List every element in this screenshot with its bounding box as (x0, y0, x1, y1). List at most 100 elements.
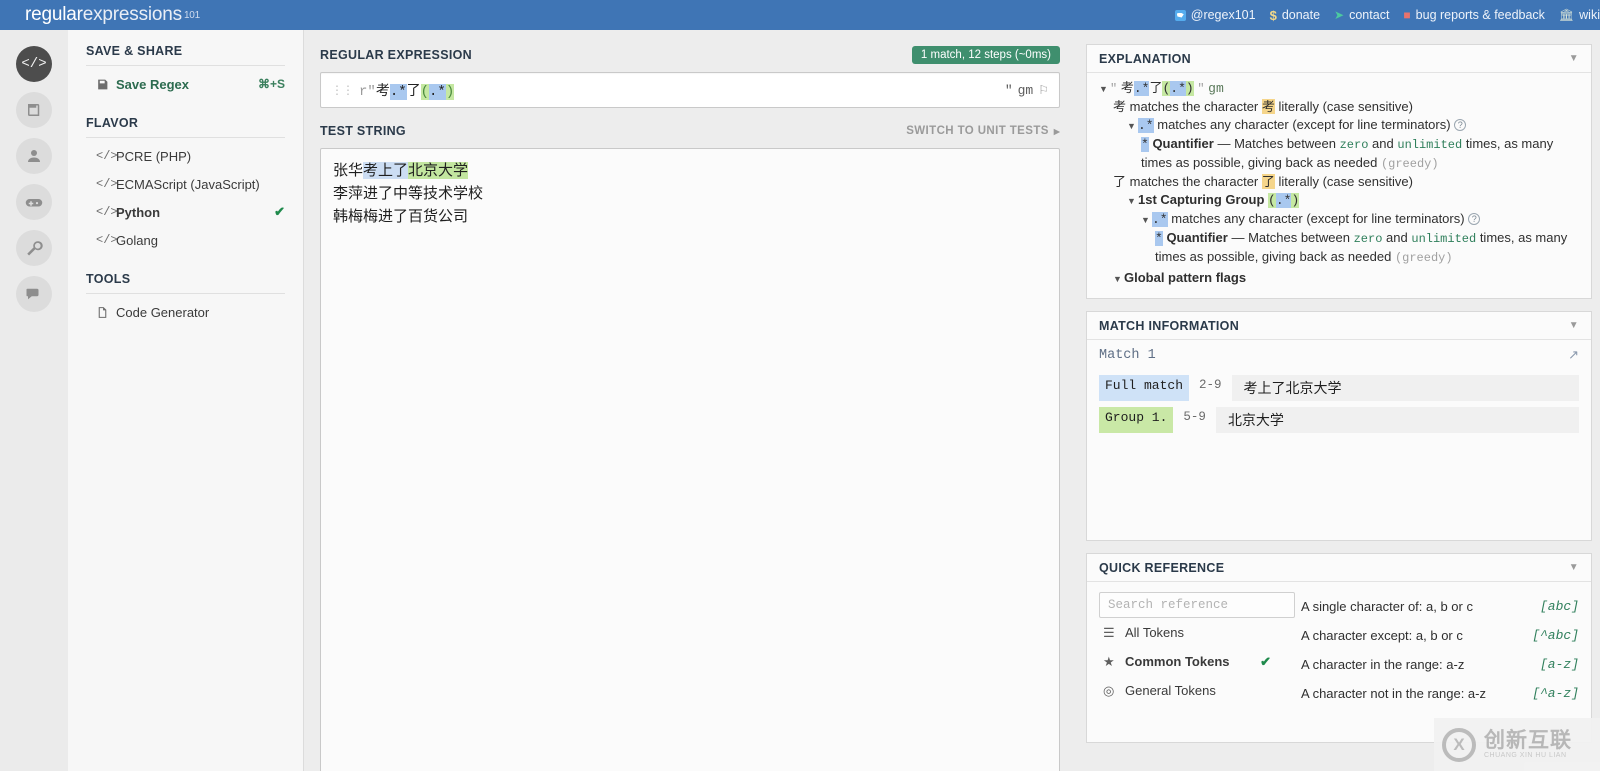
pattern-literal-2: 了 (1149, 80, 1163, 95)
quick-reference-category-general-tokens[interactable]: ◎ General Tokens (1099, 676, 1285, 705)
match-information-title: MATCH INFORMATION (1099, 318, 1240, 333)
pattern-dotstar-2: .* (1170, 81, 1186, 96)
tools-item-code-generator[interactable]: Code Generator (86, 298, 285, 326)
qr-token-3: [^a-z] (1532, 686, 1579, 701)
triangle-down-icon[interactable]: ▼ (1113, 270, 1124, 288)
brand-part-2: expressions (82, 4, 182, 25)
search-reference-input[interactable]: Search reference (1099, 592, 1295, 618)
explanation-row-capturing-group[interactable]: ▼ 1st Capturing Group (.*) (1099, 191, 1579, 210)
chevron-down-icon[interactable]: ▼ (1569, 53, 1579, 64)
quick-reference-row[interactable]: A character in the range: a-z [a-z] (1295, 650, 1585, 679)
greedy-note-2: (greedy) (1394, 251, 1453, 265)
star-icon: ★ (1103, 653, 1115, 669)
nav-wiki[interactable]: 🏛 wiki (1559, 8, 1600, 22)
le-desc: matches the character (1129, 174, 1259, 189)
match-1-title: Match 1 ↗ (1099, 348, 1579, 369)
qr-token-1: [^abc] (1532, 628, 1579, 643)
match-information-header[interactable]: MATCH INFORMATION ▼ (1087, 312, 1591, 340)
book-icon (28, 104, 40, 116)
rail-item-regex-editor[interactable]: </> (16, 46, 52, 82)
le-tail: literally (case sensitive) (1278, 174, 1413, 189)
explanation-pattern-row[interactable]: ▼ " 考.*了(.*) " gm (1099, 79, 1579, 98)
test-string-input[interactable]: 张华考上了北京大学 李萍进了中等技术学校 韩梅梅进了百货公司 (320, 148, 1060, 771)
explanation-row-quantifier-1: * Quantifier — Matches between zero and … (1099, 135, 1579, 173)
rail-item-settings[interactable] (16, 230, 52, 266)
triangle-down-icon[interactable]: ▼ (1127, 192, 1138, 210)
tools-item-code-generator-label: Code Generator (116, 304, 210, 320)
triangle-down-icon[interactable]: ▼ (1141, 211, 1152, 229)
regex-header-row: REGULAR EXPRESSION 1 match, 12 steps (~0… (320, 44, 1060, 66)
nav-bug-reports[interactable]: ■ bug reports & feedback (1403, 8, 1545, 22)
qr-desc-0: A single character of: a, b or c (1301, 599, 1473, 614)
group-1-range: 5-9 (1183, 410, 1206, 424)
help-icon[interactable]: ? (1468, 213, 1481, 225)
quick-reference-row[interactable]: A character not in the range: a-z [^a-z] (1295, 679, 1585, 708)
flavor-title: FLAVOR (86, 116, 285, 138)
flavor-item-ecmascript[interactable]: </> ECMAScript (JavaScript) (86, 170, 285, 198)
flavor-item-pcre[interactable]: </> PCRE (PHP) (86, 142, 285, 170)
kao-char: 考 (1261, 99, 1275, 114)
regex-flags[interactable]: " gm ⚐ (1005, 83, 1049, 98)
pattern-quote-open: " (1110, 82, 1118, 96)
regex-label: REGULAR EXPRESSION (320, 48, 472, 62)
drag-handle-icon[interactable]: ⋮⋮ (331, 84, 354, 96)
capturing-group-label: 1st Capturing Group (1138, 192, 1265, 207)
match-row-full: Full match 2-9 考上了北京大学 (1099, 375, 1579, 401)
unlimited-keyword: unlimited (1397, 138, 1463, 152)
center-panel: REGULAR EXPRESSION 1 match, 12 steps (~0… (304, 30, 1076, 771)
quick-reference-row[interactable]: A character except: a, b or c [^abc] (1295, 621, 1585, 650)
flag-icon[interactable]: ⚐ (1038, 83, 1049, 98)
category-common-tokens-label: Common Tokens (1125, 654, 1230, 669)
watermark-en: CHUANG XIN HU LIAN (1484, 752, 1567, 760)
brand-part-1: regular (25, 4, 83, 25)
flavor-item-python[interactable]: </> Python ✔ (86, 198, 285, 226)
nav-twitter[interactable]: @regex101 (1174, 8, 1256, 22)
qr-desc-2: A character in the range: a-z (1301, 657, 1465, 672)
explanation-row-le: 了 matches the character 了 literally (cas… (1099, 173, 1579, 191)
regex-group-open: ( (420, 84, 430, 100)
nav-donate[interactable]: $ donate (1270, 8, 1320, 22)
chat-icon (26, 288, 39, 300)
bug-icon: ■ (1403, 8, 1411, 22)
rail-item-sponsor[interactable] (16, 184, 52, 220)
save-regex-button[interactable]: Save Regex ⌘+S (86, 70, 285, 98)
category-all-tokens-label: All Tokens (1125, 625, 1185, 640)
explanation-body: ▼ " 考.*了(.*) " gm 考 matches the character… (1087, 73, 1591, 298)
quantifier-dash: — Matches between (1217, 136, 1336, 151)
quantifier-dash-2: — Matches between (1231, 230, 1350, 245)
external-link-icon[interactable]: ↗ (1568, 348, 1579, 363)
explanation-header[interactable]: EXPLANATION ▼ (1087, 45, 1591, 73)
search-reference-placeholder: Search reference (1108, 598, 1229, 612)
quick-reference-category-common-tokens[interactable]: ★ Common Tokens ✔ (1099, 647, 1285, 676)
test-string-label: TEST STRING (320, 124, 406, 138)
quick-reference-title: QUICK REFERENCE (1099, 560, 1225, 575)
global-flags-label: Global pattern flags (1124, 270, 1247, 285)
rail-item-account[interactable] (16, 138, 52, 174)
gamepad-icon (25, 199, 43, 207)
help-icon[interactable]: ? (1454, 119, 1467, 131)
explanation-row-dotstar-1[interactable]: ▼ .* matches any character (except for li… (1099, 116, 1579, 135)
switch-to-unit-tests-link[interactable]: SWITCH TO UNIT TESTS ▸ (906, 124, 1060, 138)
site-logo[interactable]: regularexpressions 101 (25, 4, 200, 26)
group-1-tag: Group 1. (1099, 407, 1174, 433)
explanation-row-dotstar-2[interactable]: ▼ .* matches any character (except for li… (1099, 210, 1579, 229)
chevron-down-icon[interactable]: ▼ (1569, 320, 1579, 331)
triangle-down-icon[interactable]: ▼ (1127, 117, 1138, 135)
regex-input[interactable]: ⋮⋮ r"考.*了(.*) " gm ⚐ (320, 72, 1060, 108)
rail-item-community[interactable] (16, 276, 52, 312)
nav-contact[interactable]: ➤ contact (1334, 8, 1389, 22)
chevron-down-icon[interactable]: ▼ (1569, 562, 1579, 573)
quick-reference-row[interactable]: A single character of: a, b or c [abc] (1295, 592, 1585, 621)
quick-reference-category-all-tokens[interactable]: ☰ All Tokens (1099, 618, 1285, 647)
dollar-icon: $ (1269, 7, 1277, 23)
explanation-row-global-flags[interactable]: ▼ Global pattern flags (1099, 269, 1579, 288)
flavor-item-golang[interactable]: </> Golang (86, 226, 285, 254)
quick-reference-header[interactable]: QUICK REFERENCE ▼ (1087, 554, 1591, 582)
test-string-line: 韩梅梅进了百货公司 (333, 205, 1047, 228)
triangle-down-icon[interactable]: ▼ (1099, 80, 1110, 98)
regex-group-close: ) (445, 84, 455, 100)
rail-item-library[interactable] (16, 92, 52, 128)
explanation-title: EXPLANATION (1099, 51, 1191, 66)
floppy-icon (96, 78, 116, 91)
dotstar-desc-2: matches any character (except for line t… (1171, 211, 1465, 226)
